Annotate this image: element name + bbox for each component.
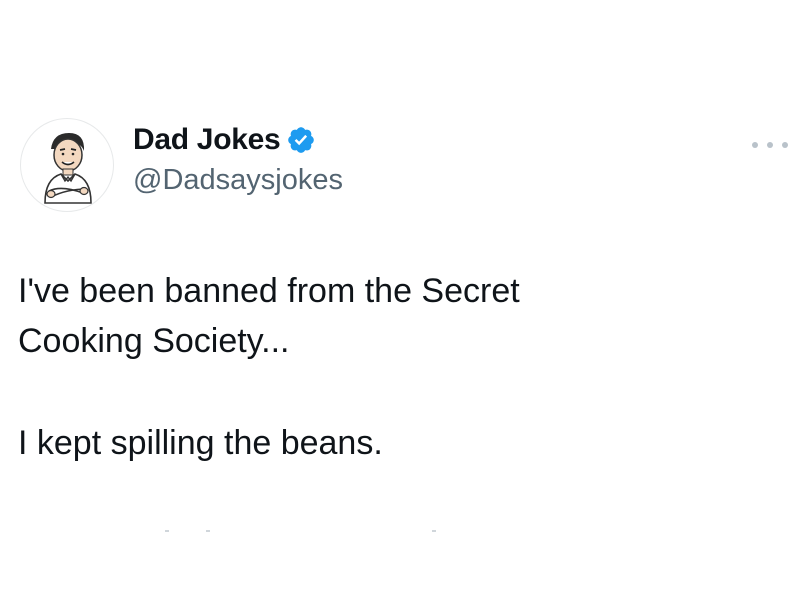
cartoon-man-avatar-icon: [44, 133, 92, 204]
dot: [752, 142, 758, 148]
verified-badge-icon: [286, 125, 316, 155]
more-options-icon[interactable]: [752, 138, 788, 152]
tweet-text-line: Cooking Society...: [18, 322, 290, 360]
author-avatar[interactable]: [20, 118, 114, 212]
dot: [782, 142, 788, 148]
author-handle[interactable]: @Dadsaysjokes: [133, 164, 343, 197]
dot: [767, 142, 773, 148]
tweet-card: Dad Jokes @Dadsaysjokes I've been banned…: [0, 0, 800, 602]
author-display-name[interactable]: Dad Jokes: [133, 123, 281, 157]
tweet-text-line: I've been banned from the Secret: [18, 272, 520, 310]
tweet-text-line: I kept spilling the beans.: [18, 424, 383, 462]
faint-mark: [165, 530, 169, 532]
faint-mark: [206, 530, 210, 532]
author-name-row: Dad Jokes: [133, 120, 316, 160]
faint-mark: [432, 530, 436, 532]
